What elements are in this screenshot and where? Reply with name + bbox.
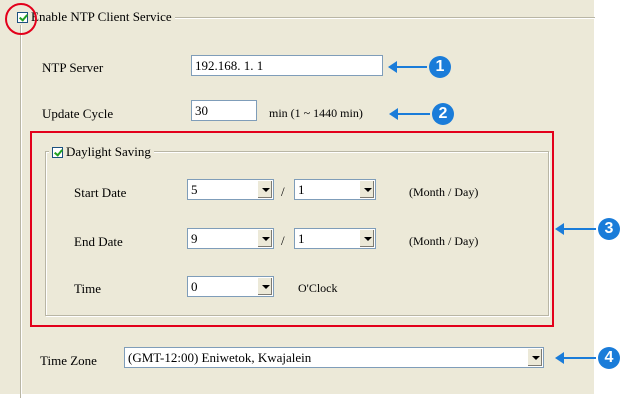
ntp-server-label: NTP Server: [42, 60, 104, 75]
enable-checkbox-highlight: [5, 3, 37, 35]
daylight-saving-highlight: [30, 131, 554, 327]
callout-arrow-2: [389, 108, 430, 120]
enable-ntp-checkbox[interactable]: Enable NTP Client Service: [14, 9, 175, 25]
callout-badge-3: 3: [598, 218, 620, 240]
update-cycle-label: Update Cycle: [42, 106, 114, 121]
callout-arrow-1: [388, 61, 427, 73]
ntp-server-input[interactable]: 192.168. 1. 1: [191, 55, 383, 76]
time-zone-label: Time Zone: [40, 353, 97, 368]
callout-arrow-4: [555, 352, 596, 364]
chevron-down-icon[interactable]: [527, 349, 542, 366]
callout-badge-4: 4: [598, 347, 620, 369]
callout-badge-1: 1: [429, 56, 451, 78]
update-cycle-input[interactable]: 30: [191, 100, 257, 121]
enable-ntp-label: Enable NTP Client Service: [31, 9, 172, 24]
callout-badge-2: 2: [432, 103, 454, 125]
time-zone-select[interactable]: (GMT-12:00) Eniwetok, Kwajalein: [124, 347, 544, 368]
time-zone-value: (GMT-12:00) Eniwetok, Kwajalein: [128, 350, 312, 365]
callout-arrow-3: [555, 223, 596, 235]
update-cycle-unit: min (1 ~ 1440 min): [269, 106, 363, 120]
